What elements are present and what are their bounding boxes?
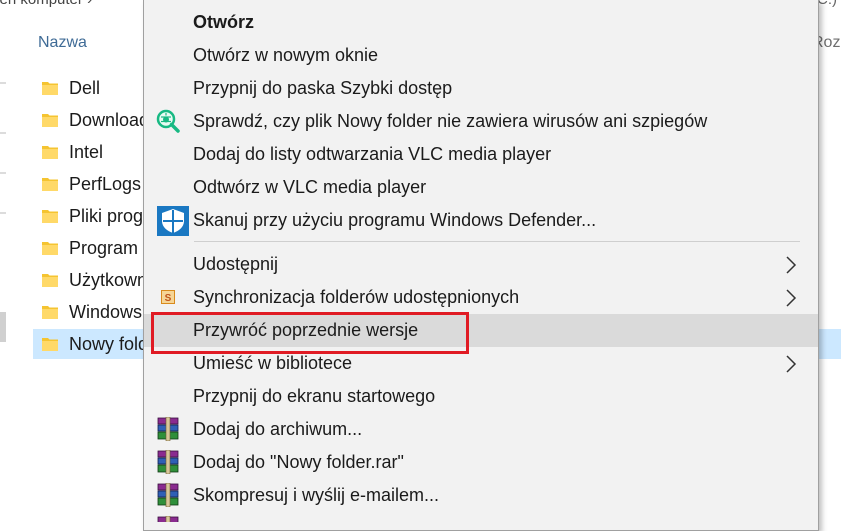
file-name: Dell bbox=[69, 78, 101, 98]
menu-item-label: Synchronizacja folderów udostępnionych bbox=[193, 287, 520, 307]
menu-item-label: Udostępnij bbox=[193, 254, 279, 274]
folder-icon bbox=[42, 240, 58, 255]
menu-item-label: Przypnij do paska Szybki dostęp bbox=[193, 78, 453, 98]
folder-icon bbox=[42, 176, 58, 191]
menu-item-defender-scan[interactable]: Skanuj przy użyciu programu Windows Defe… bbox=[144, 204, 818, 237]
sync-folders-icon: S bbox=[161, 290, 175, 304]
file-name: Windows bbox=[69, 302, 143, 322]
file-name: PerfLogs bbox=[69, 174, 142, 194]
menu-item-label: Otwórz w nowym oknie bbox=[193, 45, 379, 65]
menu-item-restore-previous-versions[interactable]: Przywróć poprzednie wersje bbox=[144, 314, 818, 347]
menu-item-label: Skompresuj i wyślij e-mailem... bbox=[193, 485, 440, 505]
folder-icon bbox=[42, 144, 58, 159]
menu-item-label: Dodaj do "Nowy folder.rar" bbox=[193, 452, 404, 472]
menu-item-label: Przypnij do ekranu startowego bbox=[193, 386, 436, 406]
winrar-archive-icon bbox=[156, 450, 180, 474]
folder-icon bbox=[42, 112, 58, 127]
menu-item-label: Dodaj do archiwum... bbox=[193, 419, 363, 439]
menu-item-vlc-add-playlist[interactable]: Dodaj do listy odtwarzania VLC media pla… bbox=[144, 138, 818, 171]
menu-item-add-to-rar[interactable]: Dodaj do "Nowy folder.rar" bbox=[144, 446, 818, 479]
breadcrumb[interactable]: Ten komputer › bbox=[0, 0, 92, 8]
menu-item-open[interactable]: Otwórz bbox=[144, 6, 818, 39]
chevron-right-icon bbox=[785, 355, 797, 373]
breadcrumb-separator: › bbox=[87, 0, 92, 8]
folder-icon bbox=[42, 80, 58, 95]
menu-item-vlc-play[interactable]: Odtwórz w VLC media player bbox=[144, 171, 818, 204]
menu-item-compress-and-email[interactable]: Skompresuj i wyślij e-mailem... bbox=[144, 479, 818, 512]
menu-item-pin-to-start[interactable]: Przypnij do ekranu startowego bbox=[144, 380, 818, 413]
menu-item-include-in-library[interactable]: Umieść w bibliotece bbox=[144, 347, 818, 380]
menu-item-open-new-window[interactable]: Otwórz w nowym oknie bbox=[144, 39, 818, 72]
context-menu: Otwórz Otwórz w nowym oknie Przypnij do … bbox=[143, 0, 819, 531]
chevron-right-icon bbox=[785, 256, 797, 274]
menu-item-label: Umieść w bibliotece bbox=[193, 353, 353, 373]
menu-item-partially-visible[interactable] bbox=[144, 512, 818, 522]
windows-defender-shield-icon bbox=[157, 206, 189, 236]
menu-item-label: Sprawdź, czy plik Nowy folder nie zawier… bbox=[193, 111, 708, 131]
svg-text:S: S bbox=[165, 293, 172, 304]
folder-icon bbox=[42, 304, 58, 319]
menu-separator bbox=[194, 241, 800, 242]
folder-icon bbox=[42, 272, 58, 287]
menu-item-pin-quick-access[interactable]: Przypnij do paska Szybki dostęp bbox=[144, 72, 818, 105]
menu-item-label: Otwórz bbox=[193, 12, 254, 32]
winrar-archive-icon bbox=[156, 516, 180, 522]
column-header-name[interactable]: Nazwa bbox=[38, 34, 87, 52]
menu-item-label: Dodaj do listy odtwarzania VLC media pla… bbox=[193, 144, 552, 164]
menu-item-label: Skanuj przy użyciu programu Windows Defe… bbox=[193, 210, 597, 230]
folder-icon bbox=[42, 208, 58, 223]
antivirus-scan-icon bbox=[156, 109, 180, 133]
winrar-archive-icon bbox=[156, 483, 180, 507]
chevron-right-icon bbox=[785, 289, 797, 307]
menu-item-antivirus-scan[interactable]: Sprawdź, czy plik Nowy folder nie zawier… bbox=[144, 105, 818, 138]
menu-item-share[interactable]: Udostępnij bbox=[144, 248, 818, 281]
breadcrumb-item-this-pc[interactable]: Ten komputer bbox=[0, 0, 83, 8]
menu-item-sync-shared-folders[interactable]: S Synchronizacja folderów udostępnionych bbox=[144, 281, 818, 314]
menu-item-label: Przywróć poprzednie wersje bbox=[193, 320, 419, 340]
file-name: Intel bbox=[69, 142, 104, 162]
navigation-pane-edge bbox=[0, 60, 6, 360]
menu-item-label: Odtwórz w VLC media player bbox=[193, 177, 427, 197]
folder-icon bbox=[42, 336, 58, 351]
winrar-archive-icon bbox=[156, 417, 180, 441]
menu-item-add-to-archive[interactable]: Dodaj do archiwum... bbox=[144, 413, 818, 446]
